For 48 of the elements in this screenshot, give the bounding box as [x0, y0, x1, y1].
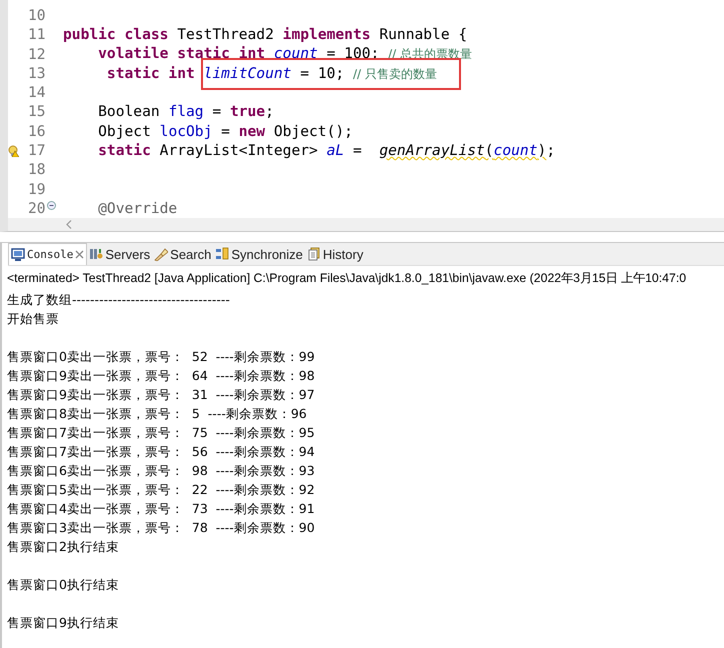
console-tab[interactable]: Search	[152, 243, 214, 265]
console-line: 售票窗口9卖出一张票，票号： 64 ----剩余票数：98	[7, 367, 316, 385]
code-line: static int	[106, 64, 196, 84]
code-line: Boolean flag = true;	[97, 102, 274, 122]
code-line: public class TestThread2 implements Runnable {	[63, 25, 468, 45]
console-line: 售票窗口4卖出一张票，票号： 73 ----剩余票数：91	[7, 500, 316, 518]
console-tab[interactable]: Synchronize	[213, 243, 305, 265]
console-line: 售票窗口2执行结束	[7, 538, 120, 556]
code-line: limitCount = 10; // 只售卖的数量	[204, 64, 437, 84]
line-number: 12	[28, 44, 46, 64]
line-number: 20	[28, 198, 46, 218]
console-line: 售票窗口5卖出一张票，票号： 22 ----剩余票数：92	[7, 481, 316, 499]
console-line: 售票窗口0执行结束	[7, 576, 120, 594]
close-icon[interactable]	[75, 250, 84, 259]
code-line: Object locObj = new Object();	[97, 122, 353, 142]
console-tab[interactable]: Servers	[87, 243, 152, 265]
console-line: 售票窗口0卖出一张票，票号： 52 ----剩余票数：99	[7, 348, 316, 366]
flashlight-icon	[154, 247, 168, 261]
monitor-icon	[11, 248, 25, 262]
line-number: 14	[28, 83, 46, 102]
console-line: 生成了数组-----------------------------------	[7, 291, 231, 309]
code-line: @Override	[97, 198, 178, 218]
console-tab[interactable]: History	[304, 243, 366, 265]
line-number: 15	[28, 102, 46, 122]
line-number: 10	[28, 6, 46, 26]
line-number: 18	[28, 160, 46, 180]
line-number: 13	[28, 64, 46, 84]
warning-bulb-icon	[8, 144, 19, 157]
console-line: 售票窗口7卖出一张票，票号： 75 ----剩余票数：95	[7, 424, 316, 442]
collapse-icon	[46, 201, 56, 210]
line-number: 19	[28, 180, 46, 199]
console-line: 售票窗口3卖出一张票，票号： 78 ----剩余票数：90	[7, 519, 316, 537]
line-number: 17	[28, 141, 46, 160]
line-number: 16	[28, 122, 46, 142]
document-stack-icon	[306, 247, 321, 261]
console-tab[interactable]: Console	[8, 243, 88, 265]
console-line: 开始售票	[7, 310, 60, 328]
console-line: 售票窗口9执行结束	[7, 614, 120, 632]
line-number: 11	[28, 25, 46, 45]
console-header: <terminated> TestThread2 [Java Application] C:\Program Files\Java\jdk1.8.0_181\bin\javaw.exe (2022年3月15日 上午10:47:0	[6, 270, 688, 287]
sync-icon	[215, 247, 230, 261]
code-line: static ArrayList<Integer> aL = genArrayList(count);	[97, 141, 556, 160]
server-settings-icon	[89, 247, 104, 261]
console-line: 售票窗口8卖出一张票，票号： 5 ----剩余票数：96	[7, 405, 308, 423]
console-line: 售票窗口9卖出一张票，票号： 31 ----剩余票数：97	[7, 386, 316, 404]
console-line: 售票窗口6卖出一张票，票号： 98 ----剩余票数：93	[7, 462, 316, 480]
console-line: 售票窗口7卖出一张票，票号： 56 ----剩余票数：94	[7, 443, 316, 461]
scroll-left-icon[interactable]	[66, 220, 72, 230]
